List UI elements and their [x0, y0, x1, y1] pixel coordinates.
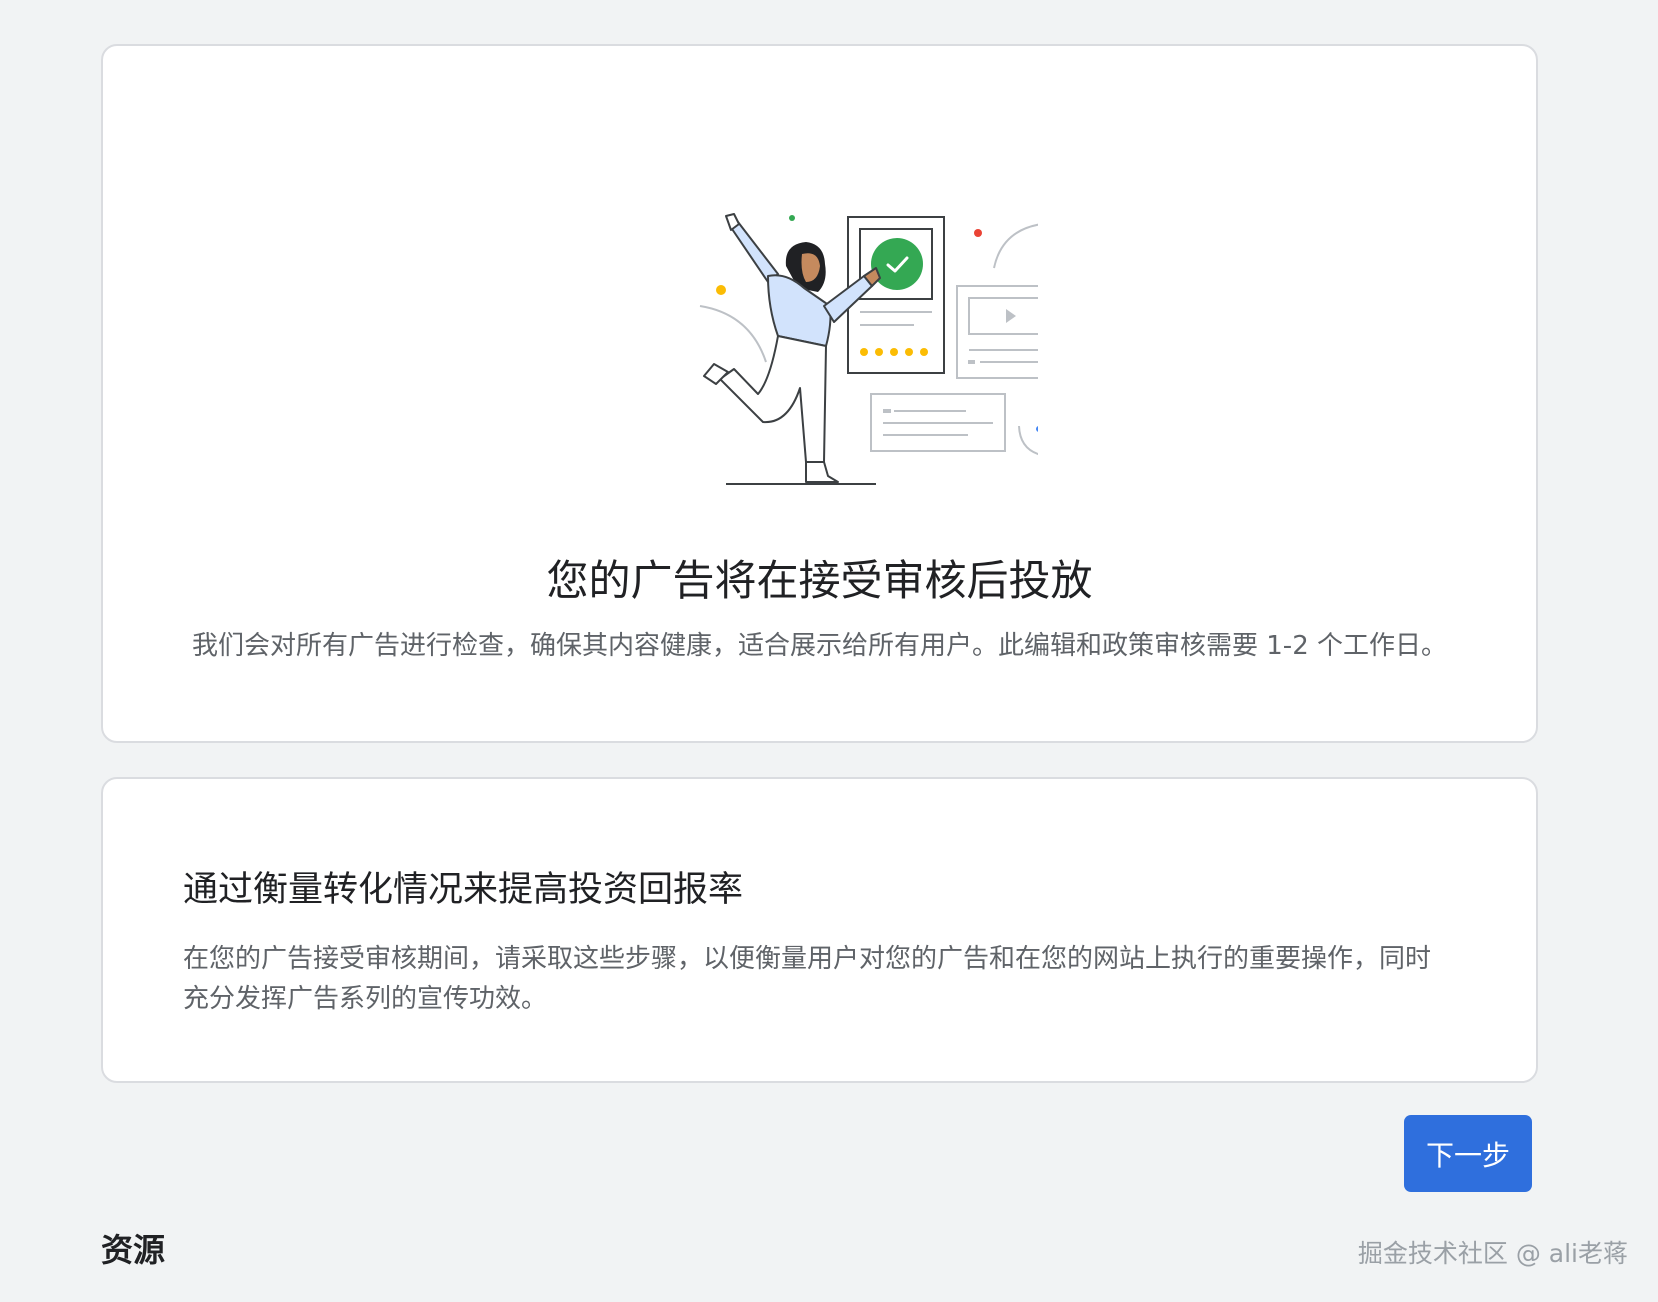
resources-heading: 资源 — [101, 1231, 166, 1269]
ad-review-description: 我们会对所有广告进行检查，确保其内容健康，适合展示给所有用户。此编辑和政策审核需… — [192, 631, 1447, 661]
decor-dot-yellow — [716, 285, 726, 295]
decor-arc-top — [993, 223, 1038, 269]
decor-arc-left — [699, 305, 767, 363]
conversion-description: 在您的广告接受审核期间，请采取这些步骤，以便衡量用户对您的广告和在您的网站上执行… — [183, 944, 1432, 1014]
decor-dot-blue — [1036, 426, 1038, 432]
ad-review-title: 您的广告将在接受审核后投放 — [546, 556, 1093, 605]
conversion-title: 通过衡量转化情况来提高投资回报率 — [183, 870, 744, 910]
decor-arc-bottom — [1018, 425, 1038, 456]
ad-review-page: 您的广告将在接受审核后投放 我们会对所有广告进行检查，确保其内容健康，适合展示给… — [0, 0, 1658, 1302]
conversion-tracking-card: 通过衡量转化情况来提高投资回报率 在您的广告接受审核期间，请采取这些步骤，以便衡… — [101, 777, 1538, 1083]
ad-review-card: 您的广告将在接受审核后投放 我们会对所有广告进行检查，确保其内容健康，适合展示给… — [101, 44, 1538, 743]
next-button[interactable]: 下一步 — [1404, 1115, 1532, 1192]
decor-dot-red — [974, 229, 982, 237]
watermark: 掘金技术社区 @ ali老蒋 — [1357, 1239, 1628, 1268]
video-player — [968, 297, 1038, 335]
decor-dot-green — [789, 215, 795, 221]
ad-review-illustration — [699, 213, 1038, 485]
approval-badge — [871, 238, 923, 290]
